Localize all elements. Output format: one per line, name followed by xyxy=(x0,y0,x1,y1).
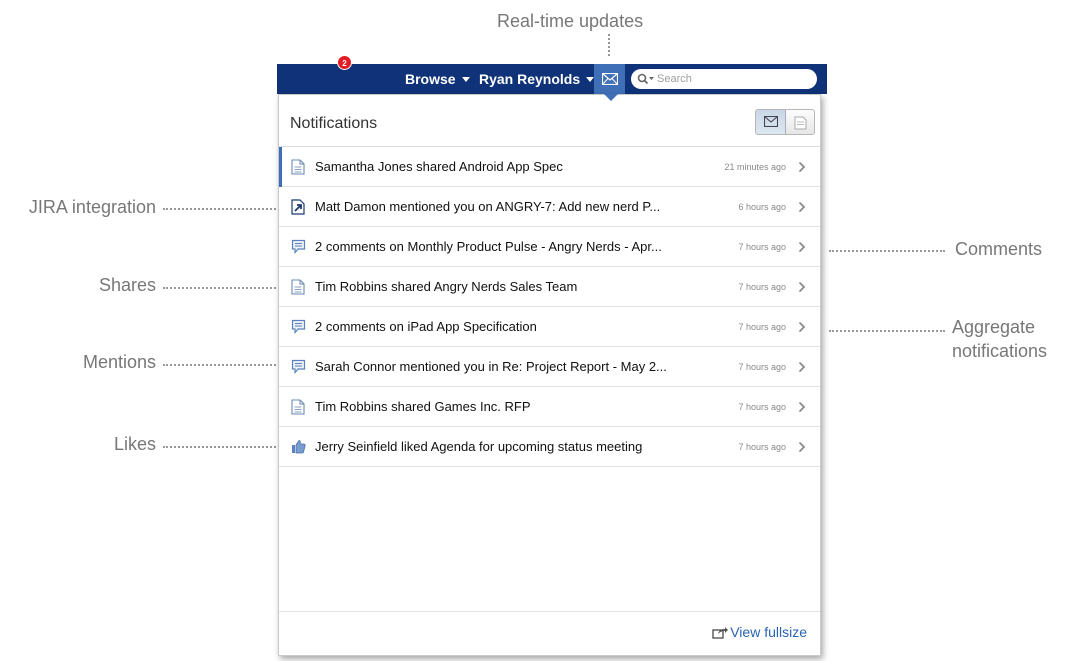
annotation-mentions-connector xyxy=(163,364,276,366)
thumbs-up-icon xyxy=(291,439,306,455)
document-icon xyxy=(291,399,305,415)
user-menu[interactable]: Ryan Reynolds xyxy=(479,64,595,94)
chevron-right-icon[interactable] xyxy=(798,280,806,298)
annotation-shares: Shares xyxy=(98,275,156,295)
view-fullsize-link[interactable]: View fullsize xyxy=(712,624,807,640)
jira-icon xyxy=(291,199,305,215)
browse-menu-label: Browse xyxy=(405,71,456,87)
top-navigation-bar: Browse Ryan Reynolds xyxy=(277,64,827,94)
document-icon xyxy=(291,159,305,175)
search-box[interactable] xyxy=(631,69,817,89)
notification-timestamp: 21 minutes ago xyxy=(724,162,786,172)
annotation-comments-connector xyxy=(829,250,945,252)
notification-row[interactable]: Sarah Connor mentioned you in Re: Projec… xyxy=(279,347,820,387)
view-toggle xyxy=(755,109,815,135)
notification-text: Tim Robbins shared Games Inc. RFP xyxy=(315,399,531,414)
annotation-aggregate-connector xyxy=(829,330,945,332)
notification-count-badge: 2 xyxy=(337,55,352,70)
search-input[interactable] xyxy=(657,71,807,87)
notification-row[interactable]: Tim Robbins shared Angry Nerds Sales Tea… xyxy=(279,267,820,307)
annotation-mentions: Mentions xyxy=(82,352,156,372)
notification-text: Tim Robbins shared Angry Nerds Sales Tea… xyxy=(315,279,578,294)
user-menu-label: Ryan Reynolds xyxy=(479,71,581,87)
chevron-right-icon[interactable] xyxy=(798,400,806,418)
notifications-panel: Notifications Samantha Jones shared Andr… xyxy=(278,94,821,656)
envelope-icon xyxy=(764,116,778,127)
notification-timestamp: 7 hours ago xyxy=(738,242,786,252)
panel-title: Notifications xyxy=(290,115,378,132)
view-fullsize-label: View fullsize xyxy=(730,624,807,640)
notification-timestamp: 7 hours ago xyxy=(738,402,786,412)
chevron-right-icon[interactable] xyxy=(798,440,806,458)
annotation-comments: Comments xyxy=(955,239,1043,259)
browse-menu[interactable]: Browse xyxy=(405,64,470,94)
annotation-jira-integration: JIRA integration xyxy=(28,197,156,217)
panel-header: Notifications xyxy=(279,95,820,147)
notification-timestamp: 7 hours ago xyxy=(738,442,786,452)
comment-icon xyxy=(291,359,306,375)
notifications-view-toggle[interactable] xyxy=(756,110,786,134)
notification-text: Samantha Jones shared Android App Spec xyxy=(315,159,563,174)
annotation-aggregate-line1: Aggregate xyxy=(952,317,1036,337)
notification-timestamp: 7 hours ago xyxy=(738,282,786,292)
annotation-realtime-connector xyxy=(608,34,610,56)
notification-row[interactable]: Tim Robbins shared Games Inc. RFP 7 hours… xyxy=(279,387,820,427)
chevron-right-icon[interactable] xyxy=(798,360,806,378)
notification-row[interactable]: 2 comments on Monthly Product Pulse - An… xyxy=(279,227,820,267)
browse-caret-icon xyxy=(461,77,470,82)
notifications-list: Samantha Jones shared Android App Spec 21… xyxy=(279,147,820,467)
notification-timestamp: 7 hours ago xyxy=(738,362,786,372)
notifications-button[interactable] xyxy=(594,64,625,94)
chevron-right-icon[interactable] xyxy=(798,320,806,338)
activity-view-toggle[interactable] xyxy=(786,110,814,134)
user-caret-icon xyxy=(586,77,595,82)
comment-icon xyxy=(291,319,306,335)
notification-timestamp: 7 hours ago xyxy=(738,322,786,332)
notification-row[interactable]: Jerry Seinfield liked Agenda for upcomin… xyxy=(279,427,820,467)
external-share-icon xyxy=(712,627,729,639)
notification-text: 2 comments on iPad App Specification xyxy=(315,319,537,334)
chevron-right-icon[interactable] xyxy=(798,160,806,178)
chevron-right-icon[interactable] xyxy=(798,240,806,258)
notification-row[interactable]: Samantha Jones shared Android App Spec 21… xyxy=(279,147,820,187)
document-icon xyxy=(291,279,305,295)
notification-timestamp: 6 hours ago xyxy=(738,202,786,212)
search-icon xyxy=(637,73,654,85)
notification-text: Sarah Connor mentioned you in Re: Projec… xyxy=(315,359,667,374)
notification-text: 2 comments on Monthly Product Pulse - An… xyxy=(315,239,662,254)
chevron-right-icon[interactable] xyxy=(798,200,806,218)
notification-text: Jerry Seinfield liked Agenda for upcomin… xyxy=(315,439,643,454)
annotation-likes: Likes xyxy=(113,434,156,454)
annotation-shares-connector xyxy=(163,287,276,289)
notification-text: Matt Damon mentioned you on ANGRY-7: Add… xyxy=(315,199,661,214)
annotation-jira-connector xyxy=(163,208,276,210)
annotation-likes-connector xyxy=(163,446,276,448)
comment-icon xyxy=(291,239,306,255)
document-icon xyxy=(794,116,807,130)
popover-pointer xyxy=(604,94,618,101)
notification-row[interactable]: 2 comments on iPad App Specification 7 ho… xyxy=(279,307,820,347)
annotation-realtime-updates: Real-time updates xyxy=(497,11,644,31)
envelope-icon xyxy=(602,73,618,85)
annotation-aggregate-line2: notifications xyxy=(952,341,1048,361)
panel-footer: View fullsize xyxy=(279,611,820,655)
notification-row[interactable]: Matt Damon mentioned you on ANGRY-7: Add… xyxy=(279,187,820,227)
